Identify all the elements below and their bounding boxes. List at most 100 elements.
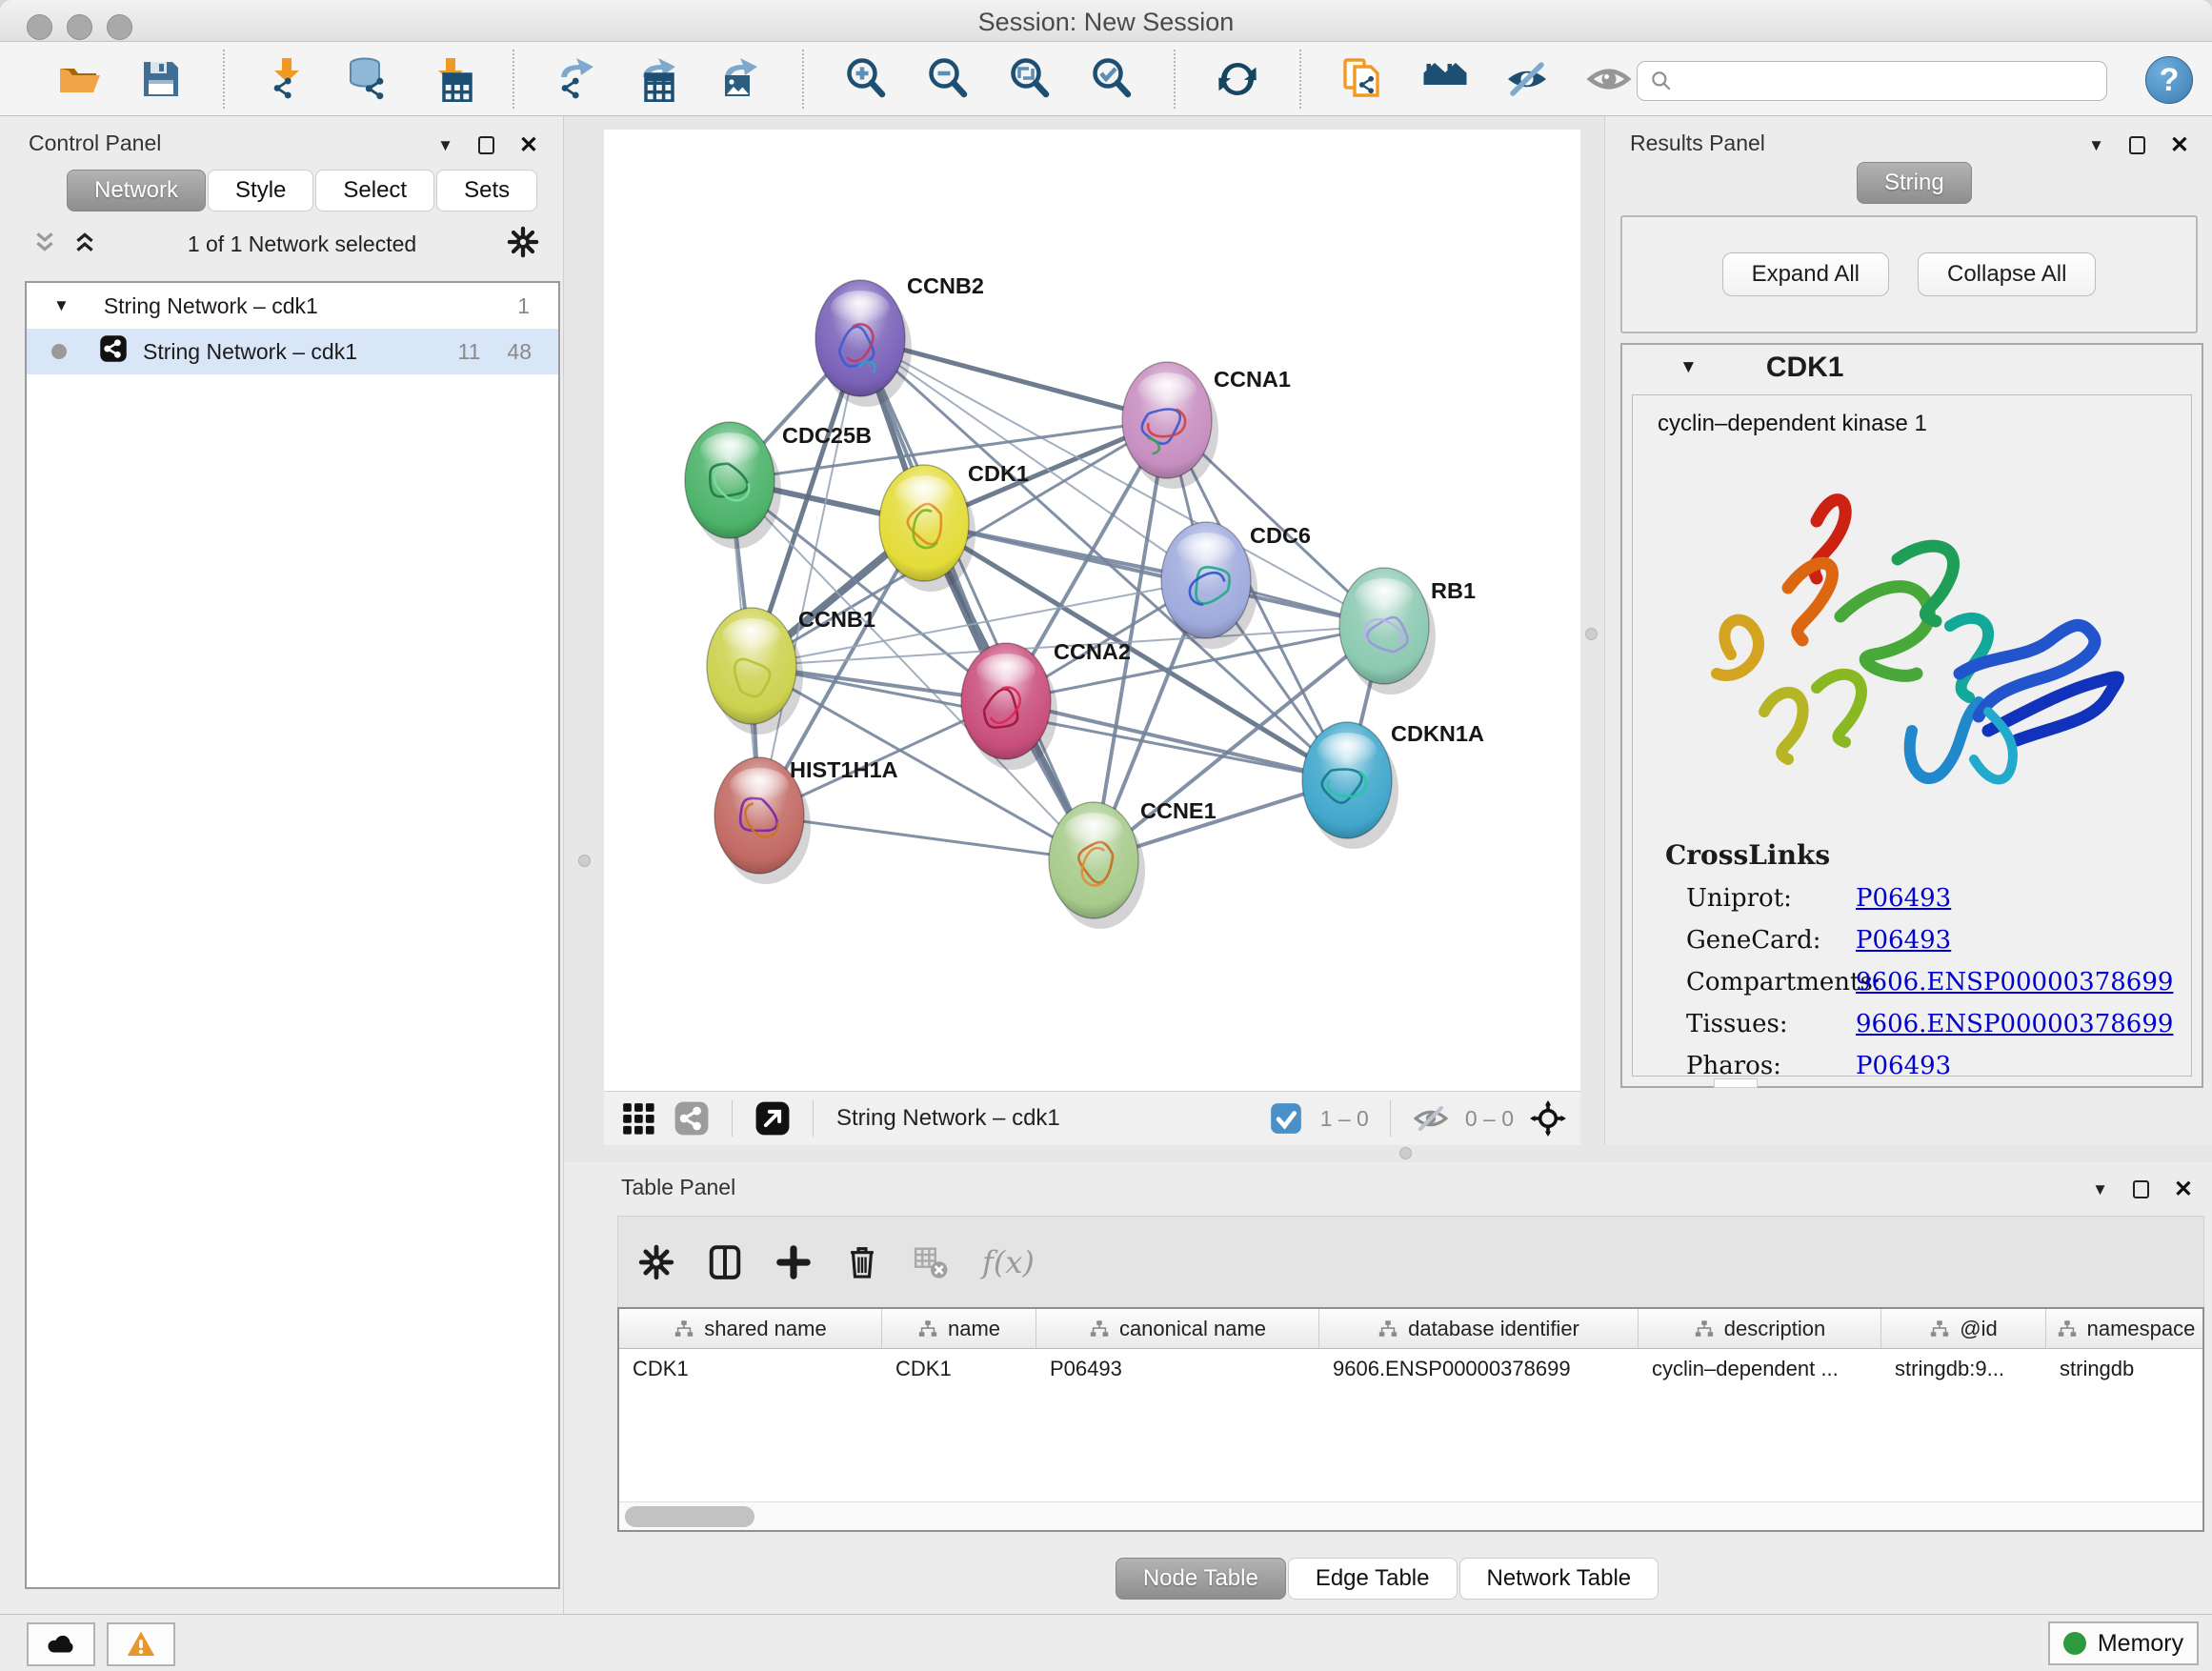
duplicate-network-button[interactable] — [1336, 51, 1391, 107]
horizontal-splitter-handle[interactable] — [1399, 1147, 1412, 1159]
delete-column-icon[interactable] — [841, 1241, 883, 1283]
export-table-button[interactable] — [631, 51, 686, 107]
tab-node-table[interactable]: Node Table — [1116, 1558, 1286, 1600]
import-network-button[interactable] — [259, 51, 314, 107]
function-builder-button[interactable]: f(x) — [982, 1244, 1035, 1280]
home-layout-button[interactable] — [1418, 51, 1473, 107]
node-table[interactable]: shared namenamecanonical namedatabase id… — [617, 1307, 2204, 1532]
right-splitter-handle[interactable] — [1585, 628, 1598, 640]
expand-all-button[interactable]: Expand All — [1722, 252, 1889, 296]
results-panel-close-icon[interactable]: ✕ — [2170, 131, 2189, 159]
table-cell[interactable]: P06493 — [1036, 1357, 1319, 1381]
refresh-button[interactable] — [1210, 51, 1265, 107]
collection-expand-icon[interactable]: ▼ — [53, 296, 70, 315]
gene-box-scroll-thumb[interactable] — [1714, 1078, 1758, 1088]
save-session-button[interactable] — [133, 51, 189, 107]
network-graph[interactable]: CCNB2CCNA1CDC25BCDK1CDC6RB1CCNB1CCNA2CDK… — [604, 130, 1580, 1091]
tab-string[interactable]: String — [1857, 162, 1972, 204]
export-image-button[interactable] — [713, 51, 768, 107]
fit-selected-crosshair-icon[interactable] — [1529, 1099, 1567, 1137]
table-cell[interactable]: 9606.ENSP00000378699 — [1319, 1357, 1639, 1381]
warnings-button[interactable] — [107, 1622, 175, 1666]
memory-button[interactable]: Memory — [2048, 1621, 2199, 1665]
node-CCNA2[interactable] — [961, 643, 1057, 770]
help-button[interactable]: ? — [2145, 56, 2193, 104]
table-cell[interactable]: CDK1 — [882, 1357, 1036, 1381]
birds-eye-view-icon[interactable] — [619, 1099, 657, 1137]
table-panel-maximize-icon[interactable] — [2133, 1180, 2149, 1198]
table-cell[interactable]: cyclin–dependent ... — [1639, 1357, 1881, 1381]
gene-header[interactable]: ▼ CDK1 — [1622, 345, 2202, 391]
node-CDKN1A[interactable] — [1302, 722, 1398, 849]
table-cell[interactable]: stringdb:9... — [1881, 1357, 2046, 1381]
delete-table-icon[interactable] — [910, 1241, 952, 1283]
hidden-eye-icon[interactable] — [1412, 1099, 1450, 1137]
show-columns-icon[interactable] — [704, 1241, 746, 1283]
table-options-gear-icon[interactable] — [635, 1241, 677, 1283]
gene-collapse-icon[interactable]: ▼ — [1679, 357, 1698, 378]
results-panel-maximize-icon[interactable] — [2129, 136, 2145, 154]
table-cell[interactable]: stringdb — [2046, 1357, 2204, 1381]
crosslink-link[interactable]: P06493 — [1856, 926, 1951, 955]
create-column-icon[interactable] — [773, 1241, 814, 1283]
node-CCNB2[interactable] — [815, 280, 912, 407]
search-box[interactable] — [1637, 61, 2107, 101]
table-panel-float-icon[interactable]: ▼ — [2092, 1180, 2108, 1199]
show-all-button[interactable] — [1581, 51, 1637, 107]
hide-selected-button[interactable] — [1499, 51, 1555, 107]
export-network-button[interactable] — [549, 51, 604, 107]
table-panel-close-icon[interactable]: ✕ — [2174, 1176, 2193, 1203]
column-header-canonical-name[interactable]: canonical name — [1036, 1309, 1319, 1348]
column-header-shared-name[interactable]: shared name — [619, 1309, 882, 1348]
expand-all-tree-icon[interactable] — [72, 230, 97, 259]
tab-style[interactable]: Style — [208, 170, 313, 211]
network-canvas[interactable]: CCNB2CCNA1CDC25BCDK1CDC6RB1CCNB1CCNA2CDK… — [604, 130, 1580, 1091]
import-database-button[interactable] — [341, 51, 396, 107]
import-table-button[interactable] — [423, 51, 478, 107]
network-badge-icon[interactable] — [673, 1099, 711, 1137]
node-CDC6[interactable] — [1161, 522, 1257, 649]
horizontal-splitter[interactable] — [564, 1145, 2212, 1162]
cloud-button[interactable] — [27, 1622, 95, 1666]
network-row-selected[interactable]: String Network – cdk1 11 48 — [27, 329, 558, 374]
zoom-out-button[interactable] — [920, 51, 975, 107]
tab-network-table[interactable]: Network Table — [1459, 1558, 1659, 1600]
selected-checkbox-icon[interactable] — [1267, 1099, 1305, 1137]
crosslink-link[interactable]: P06493 — [1856, 884, 1951, 913]
column-header-name[interactable]: name — [882, 1309, 1036, 1348]
open-session-button[interactable] — [51, 51, 107, 107]
tab-sets[interactable]: Sets — [436, 170, 537, 211]
edge-CCNB2-HIST1H1A[interactable] — [759, 338, 860, 815]
column-header-namespace[interactable]: namespace — [2046, 1309, 2204, 1348]
results-panel-float-icon[interactable]: ▼ — [2088, 136, 2104, 155]
table-horizontal-scrollbar[interactable] — [619, 1501, 2202, 1530]
tab-select[interactable]: Select — [315, 170, 434, 211]
column-header-database-identifier[interactable]: database identifier — [1319, 1309, 1639, 1348]
zoom-selected-button[interactable] — [1084, 51, 1139, 107]
collapse-all-tree-icon[interactable] — [32, 230, 57, 259]
zoom-fit-button[interactable] — [1002, 51, 1057, 107]
crosslink-link[interactable]: 9606.ENSP00000378699 — [1856, 1010, 2173, 1038]
control-panel-float-icon[interactable]: ▼ — [437, 136, 453, 155]
column-header-id[interactable]: @id — [1881, 1309, 2046, 1348]
tab-network[interactable]: Network — [67, 170, 206, 211]
left-splitter-handle[interactable] — [578, 855, 591, 867]
collapse-all-button[interactable]: Collapse All — [1918, 252, 2096, 296]
node-CDK1[interactable] — [879, 465, 975, 592]
node-CCNE1[interactable] — [1049, 802, 1145, 929]
crosslink-link[interactable]: P06493 — [1856, 1052, 1951, 1077]
tab-edge-table[interactable]: Edge Table — [1288, 1558, 1458, 1600]
open-in-new-window-icon[interactable] — [754, 1099, 792, 1137]
node-RB1[interactable] — [1339, 568, 1436, 695]
left-splitter[interactable] — [564, 116, 604, 1162]
network-options-gear-icon[interactable] — [507, 226, 539, 263]
crosslink-link[interactable]: 9606.ENSP00000378699 — [1856, 968, 2173, 997]
search-input[interactable] — [1674, 64, 2106, 98]
table-scroll-thumb[interactable] — [625, 1506, 754, 1527]
table-cell[interactable]: CDK1 — [619, 1357, 882, 1381]
control-panel-maximize-icon[interactable] — [478, 136, 494, 154]
control-panel-close-icon[interactable]: ✕ — [519, 131, 538, 159]
column-header-description[interactable]: description — [1639, 1309, 1881, 1348]
network-collection-row[interactable]: ▼ String Network – cdk1 1 — [27, 283, 558, 329]
node-CCNB1[interactable] — [707, 608, 803, 735]
